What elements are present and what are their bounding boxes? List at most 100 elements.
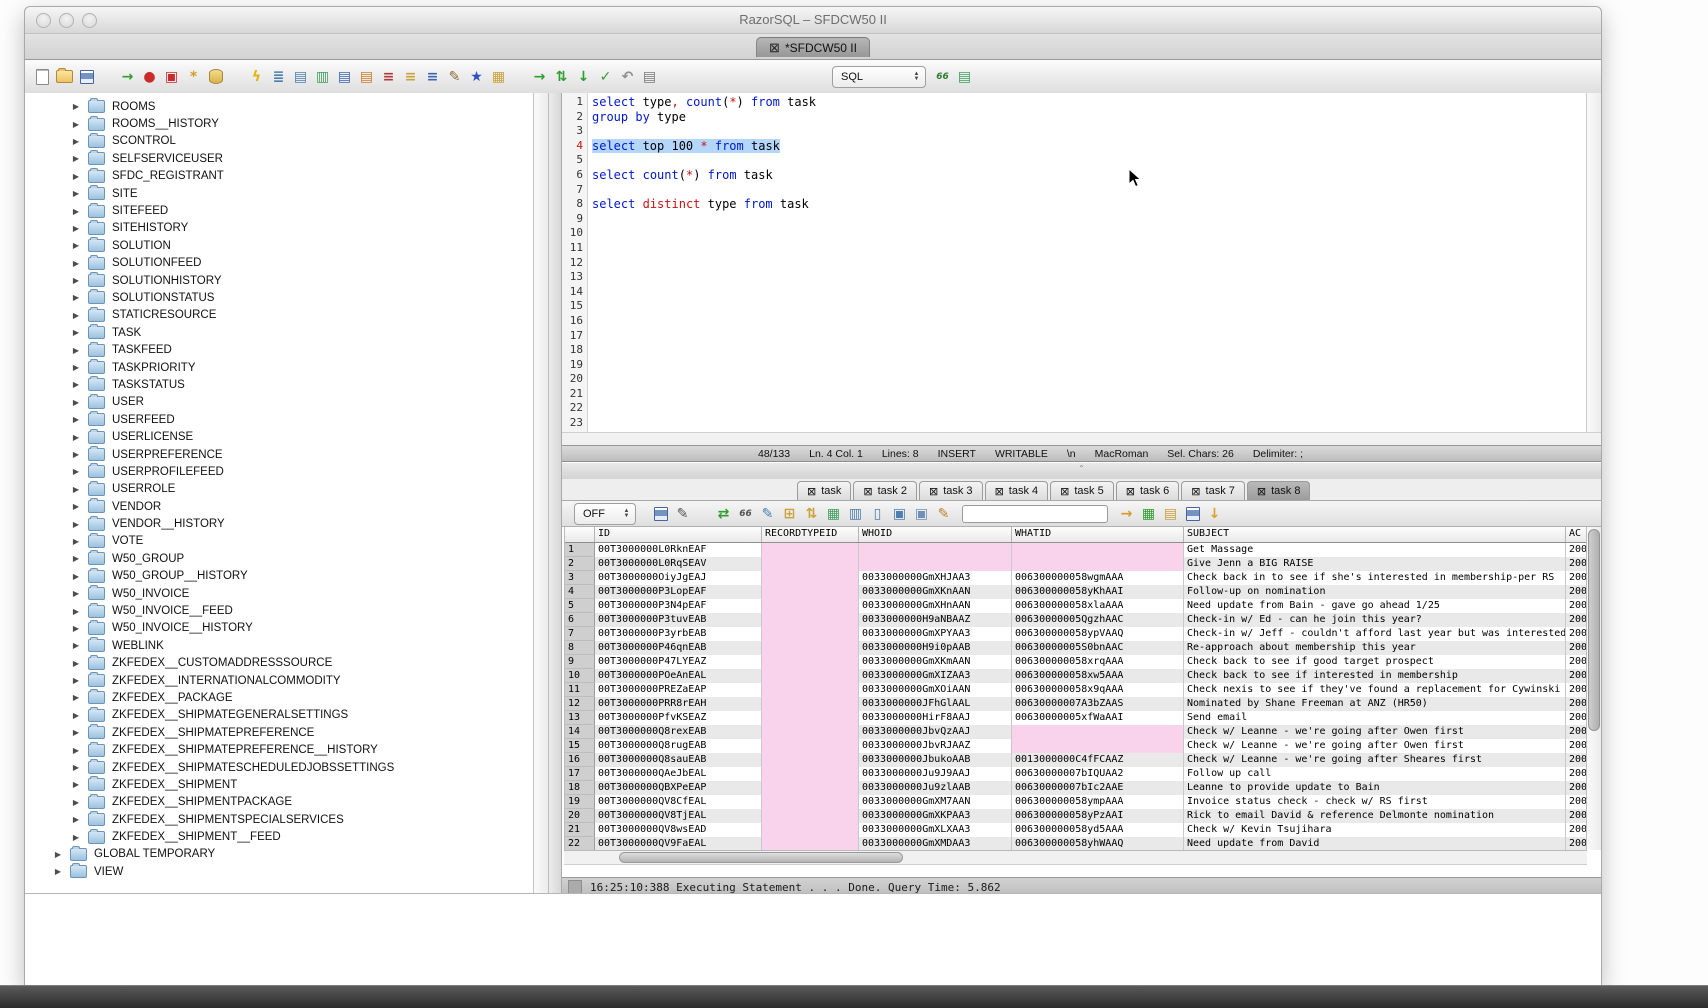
grid-cell[interactable]: 0033000000JbvQzAAJ [859, 725, 1012, 739]
table-row[interactable]: 2000T3000000QV8TjEAL0033000000GmXKPAA300… [565, 809, 1586, 823]
disclosure-triangle-icon[interactable]: ▶ [53, 850, 63, 859]
tab-close-icon[interactable]: ⊠ [1257, 485, 1266, 498]
grid-cell[interactable] [859, 557, 1012, 571]
sort-icon[interactable]: ≡ [401, 67, 420, 86]
grid-cell[interactable]: Get Massage [1184, 543, 1566, 557]
grid-cell[interactable]: 00630000005QgzhAAC [1012, 613, 1184, 627]
tree-item[interactable]: ▶SOLUTIONFEED [25, 255, 533, 272]
table-row[interactable]: 400T3000000P3LopEAF0033000000GmXKnAAN006… [565, 585, 1586, 599]
outline-icon[interactable]: ▤ [955, 67, 974, 86]
grid-cell[interactable]: 0033000000Ju9J9AAJ [859, 767, 1012, 781]
grid-cell[interactable]: 006300000058yKhAAI [1012, 585, 1184, 599]
disclosure-triangle-icon[interactable]: ▶ [71, 676, 81, 685]
grid-cell[interactable]: 00630000005S0bnAAC [1012, 641, 1184, 655]
table-export-icon[interactable]: ▦ [824, 504, 843, 523]
table-row[interactable]: 700T3000000P3yrbEAB0033000000GmXPYAA3006… [565, 627, 1586, 641]
grid-cell[interactable] [1012, 739, 1184, 753]
tree-item[interactable]: ▶USERPROFILEFEED [25, 463, 533, 480]
table-row[interactable]: 2100T3000000QV8wsEAD0033000000GmXLXAA300… [565, 823, 1586, 837]
grid-cell[interactable]: 00T3000000L0RqSEAV [595, 557, 762, 571]
tree-item[interactable]: ▶ZKFEDEX__PACKAGE [25, 689, 533, 706]
disclosure-triangle-icon[interactable]: ▶ [71, 833, 81, 842]
grid-cell[interactable] [762, 613, 859, 627]
grid-cell[interactable]: 0033000000H9i0pAAB [859, 641, 1012, 655]
tree-item[interactable]: ▶SCONTROL [25, 133, 533, 150]
copy-with-headers-icon[interactable]: ▣ [912, 504, 931, 523]
result-tab[interactable]: ⊠task 2 [853, 481, 917, 500]
grid-cell[interactable]: 006300000058xlaAAA [1012, 599, 1184, 613]
disclosure-triangle-icon[interactable]: ▶ [71, 572, 81, 581]
grid-cell[interactable]: 00T3000000P3LopEAF [595, 585, 762, 599]
database-browser-icon[interactable] [206, 67, 225, 86]
new-file-icon[interactable] [33, 67, 52, 86]
execute-fetch-icon[interactable]: ↓ [574, 67, 593, 86]
grid-cell[interactable]: 0033000000JbvRJAAZ [859, 739, 1012, 753]
tab-close-icon[interactable]: ⊠ [1126, 485, 1135, 498]
table-editor-icon[interactable]: ▦ [489, 67, 508, 86]
disclosure-triangle-icon[interactable]: ▶ [71, 328, 81, 337]
grid-cell[interactable]: 0033000000GmXLXAA3 [859, 823, 1012, 837]
grid-cell[interactable]: 0033000000GmXHnAAN [859, 599, 1012, 613]
results-table[interactable]: IDRECORDTYPEIDWHOIDWHATIDSUBJECTAC 100T3… [564, 527, 1586, 850]
grid-cell[interactable] [762, 837, 859, 850]
grid-cell[interactable]: Check back to see if good target prospec… [1184, 655, 1566, 669]
grid-cell[interactable]: 200 [1566, 753, 1586, 767]
grid-cell[interactable]: 006300000058x9qAAA [1012, 683, 1184, 697]
column-header[interactable]: AC [1566, 527, 1586, 542]
column-header[interactable]: SUBJECT [1184, 527, 1566, 542]
tree-item[interactable]: ▶TASKSTATUS [25, 376, 533, 393]
grid-cell[interactable]: 006300000058yhWAAQ [1012, 837, 1184, 850]
table-row[interactable]: 1500T3000000Q8rugEAB0033000000JbvRJAAZCh… [565, 739, 1586, 753]
bookmark-star-icon[interactable]: ★ [467, 67, 486, 86]
disclosure-triangle-icon[interactable]: ▶ [71, 380, 81, 389]
disclosure-triangle-icon[interactable]: ▶ [71, 589, 81, 598]
tree-item[interactable]: ▶ZKFEDEX__SHIPMATEPREFERENCE__HISTORY [25, 741, 533, 758]
tree-item[interactable]: ▶VENDOR__HISTORY [25, 515, 533, 532]
disclosure-triangle-icon[interactable]: ▶ [71, 641, 81, 650]
tab-close-icon[interactable]: ⊠ [1191, 485, 1200, 498]
grid-cell[interactable]: 0033000000GmXKPAA3 [859, 809, 1012, 823]
grid-cell[interactable] [762, 571, 859, 585]
grid-cell[interactable] [762, 725, 859, 739]
disclosure-triangle-icon[interactable]: ▶ [71, 172, 81, 181]
column-header[interactable]: WHATID [1012, 527, 1184, 542]
tree-item[interactable]: ▶USER [25, 394, 533, 411]
undo-icon[interactable]: ↶ [618, 67, 637, 86]
tab-close-icon[interactable]: ⊠ [1060, 485, 1069, 498]
grid-cell[interactable] [762, 557, 859, 571]
tree-item[interactable]: ▶ZKFEDEX__INTERNATIONALCOMMODITY [25, 672, 533, 689]
view-text-icon[interactable]: 66 [736, 504, 755, 523]
tree-item[interactable]: ▶W50_INVOICE__FEED [25, 602, 533, 619]
table-row[interactable]: 600T3000000P3tuvEAB0033000000H9aNBAAZ006… [565, 613, 1586, 627]
grid-cell[interactable]: Check-in w/ Ed - can he join this year? [1184, 613, 1566, 627]
statement-type-select[interactable]: SQL ▲▼ [832, 66, 926, 88]
form-view-icon[interactable]: ▯ [868, 504, 887, 523]
grid-cell[interactable]: 200 [1566, 613, 1586, 627]
disclosure-triangle-icon[interactable]: ▶ [71, 693, 81, 702]
describe-table-icon[interactable]: ▤ [291, 67, 310, 86]
grid-cell[interactable] [762, 599, 859, 613]
table-row[interactable]: 300T3000000OiyJgEAJ0033000000GmXHJAA3006… [565, 571, 1586, 585]
grid-cell[interactable]: 00T3000000PREZaEAP [595, 683, 762, 697]
fetch-more-icon[interactable]: ↓ [1205, 504, 1224, 523]
tree-item[interactable]: ▶ZKFEDEX__SHIPMATEGENERALSETTINGS [25, 707, 533, 724]
disclosure-triangle-icon[interactable]: ▶ [71, 102, 81, 111]
table-row[interactable]: 1800T3000000QBXPeEAP0033000000Ju9zlAAB00… [565, 781, 1586, 795]
result-tab[interactable]: ⊠task 4 [985, 481, 1049, 500]
grid-cell[interactable]: 006300000058ympAAA [1012, 795, 1184, 809]
grid-cell[interactable] [762, 767, 859, 781]
tab-close-icon[interactable]: ⊠ [929, 485, 938, 498]
disclosure-triangle-icon[interactable]: ▶ [71, 763, 81, 772]
tree-item[interactable]: ▶SOLUTIONHISTORY [25, 272, 533, 289]
grid-cell[interactable]: 200 [1566, 725, 1586, 739]
grid-cell[interactable]: 0033000000JFhGlAAL [859, 697, 1012, 711]
grid-cell[interactable]: 00T3000000P3yrbEAB [595, 627, 762, 641]
tree-item[interactable]: ▶ZKFEDEX__SHIPMENT__FEED [25, 828, 533, 845]
horizontal-splitter[interactable]: ⌃ [562, 463, 1601, 480]
grid-cell[interactable]: 0033000000GmXMDAA3 [859, 837, 1012, 850]
column-header[interactable]: RECORDTYPEID [762, 527, 859, 542]
new-connection-icon[interactable]: * [184, 67, 203, 86]
grid-cell[interactable] [762, 669, 859, 683]
result-tab[interactable]: ⊠task 8 [1247, 481, 1311, 500]
tree-item[interactable]: ▶ZKFEDEX__SHIPMATESCHEDULEDJOBSSETTINGS [25, 759, 533, 776]
